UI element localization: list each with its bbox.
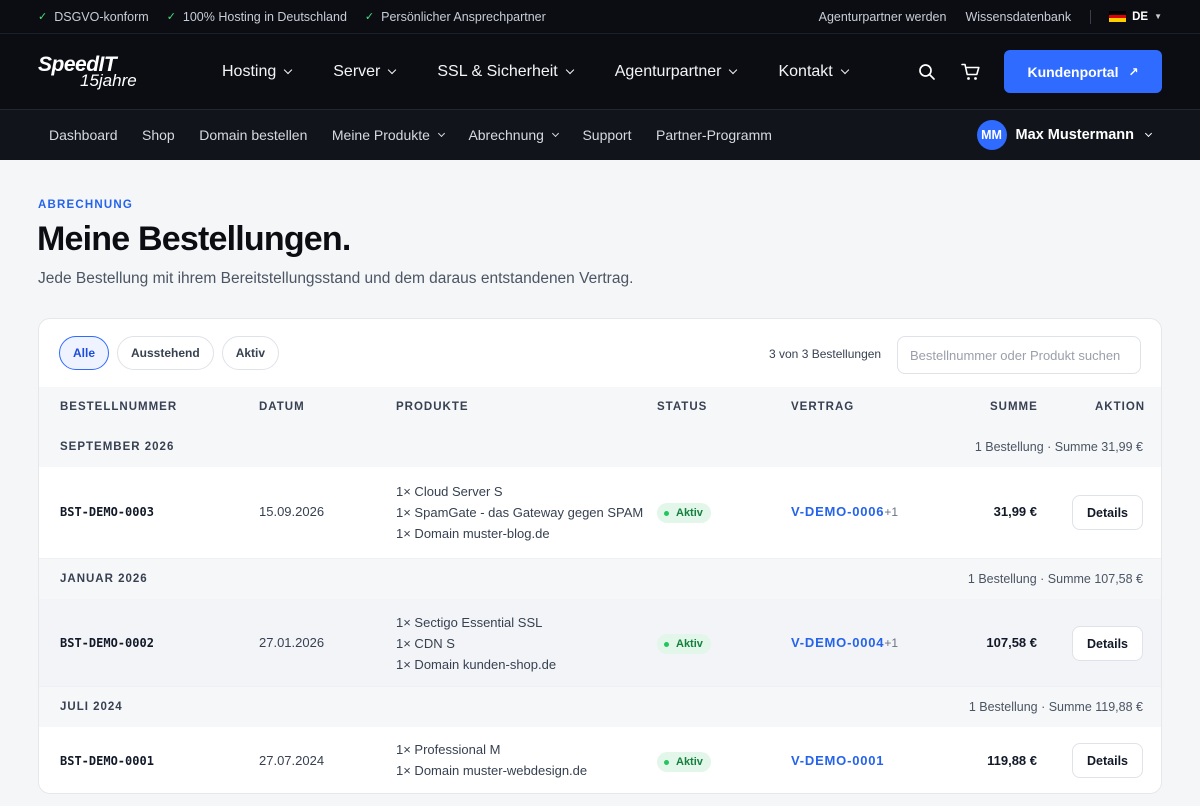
subnav-shop[interactable]: Shop <box>142 127 175 143</box>
logo[interactable]: SpeedIT 15jahre <box>38 54 168 89</box>
status-badge: Aktiv <box>657 503 711 523</box>
filter-alle[interactable]: Alle <box>59 336 110 370</box>
feature-dsgvo: ✓ DSGVO-konform <box>38 9 149 24</box>
order-products: 1× Cloud Server S 1× SpamGate - das Gate… <box>396 484 644 541</box>
kundenportal-button[interactable]: Kundenportal ↗ <box>1004 50 1162 93</box>
order-count: 3 von 3 Bestellungen <box>769 347 882 361</box>
search-input[interactable] <box>897 336 1141 374</box>
table-row: BST-DEMO-0003 15.09.2026 1× Cloud Server… <box>39 467 1161 559</box>
column-header: STATUS <box>657 401 708 413</box>
nav-ssl-sicherheit[interactable]: SSL & Sicherheit <box>437 63 574 81</box>
avatar: MM <box>976 120 1007 150</box>
filter-pills: Alle Ausstehend Aktiv <box>59 336 287 370</box>
status-badge: Aktiv <box>657 752 711 772</box>
cart-icon[interactable] <box>959 60 983 84</box>
group-header: SEPTEMBER 2026 1 Bestellung · Summe 31,9… <box>39 427 1161 467</box>
filter-ausstehend[interactable]: Ausstehend <box>117 336 214 370</box>
table-header: BESTELLNUMMER DATUM PRODUKTE STATUS VERT… <box>39 387 1161 427</box>
order-number: BST-DEMO-0001 <box>60 754 154 768</box>
subnav-partner-programm[interactable]: Partner-Programm <box>656 127 772 143</box>
chevron-down-icon <box>840 65 849 74</box>
column-header: AKTION <box>1095 401 1146 413</box>
contract-cell: V-DEMO-0001 <box>791 753 884 768</box>
section-eyebrow: ABRECHNUNG <box>38 199 134 211</box>
subnav-abrechnung[interactable]: Abrechnung <box>468 127 559 143</box>
contract-cell: V-DEMO-0006+1 <box>791 504 899 519</box>
column-header: DATUM <box>259 401 305 413</box>
chevron-down-icon <box>729 65 738 74</box>
order-date: 27.01.2026 <box>259 635 325 650</box>
agenturpartner-werden-link[interactable]: Agenturpartner werden <box>819 10 947 24</box>
order-date: 15.09.2026 <box>259 504 325 519</box>
top-bar: ✓ DSGVO-konform ✓ 100% Hosting in Deutschl… <box>0 0 1200 34</box>
subnav-support[interactable]: Support <box>582 127 631 143</box>
contract-cell: V-DEMO-0004+1 <box>791 635 899 650</box>
contract-link[interactable]: V-DEMO-0004 <box>791 635 884 650</box>
order-sum: 119,88 € <box>987 753 1037 768</box>
column-header: VERTRAG <box>791 401 855 413</box>
nav-agenturpartner[interactable]: Agenturpartner <box>615 63 738 81</box>
order-products: 1× Sectigo Essential SSL 1× CDN S 1× Dom… <box>396 615 557 672</box>
order-number: BST-DEMO-0003 <box>60 505 154 519</box>
column-header: SUMME <box>990 401 1038 413</box>
check-icon: ✓ <box>166 11 176 23</box>
contract-link[interactable]: V-DEMO-0001 <box>791 753 884 768</box>
details-button[interactable]: Details <box>1072 626 1143 661</box>
details-button[interactable]: Details <box>1072 743 1143 778</box>
language-selector[interactable]: DE ▼ <box>1109 11 1162 23</box>
status-dot-icon <box>664 641 669 647</box>
filter-aktiv[interactable]: Aktiv <box>221 336 280 370</box>
order-sum: 31,99 € <box>993 504 1037 519</box>
order-products: 1× Professional M 1× Domain muster-webde… <box>396 742 588 778</box>
search-icon[interactable] <box>915 60 939 84</box>
divider <box>1090 9 1092 24</box>
user-name: Max Mustermann <box>1015 127 1134 143</box>
arrow-up-right-icon: ↗ <box>1128 64 1139 79</box>
subnav-domain-bestellen[interactable]: Domain bestellen <box>199 127 307 143</box>
table-row: BST-DEMO-0001 27.07.2024 1× Professional… <box>39 727 1161 793</box>
chevron-down-icon <box>388 65 397 74</box>
feature-hosting: ✓ 100% Hosting in Deutschland <box>166 9 347 24</box>
group-header: JANUAR 2026 1 Bestellung · Summe 107,58 … <box>39 559 1161 599</box>
chevron-down-icon <box>565 65 574 74</box>
wissensdatenbank-link[interactable]: Wissensdatenbank <box>965 10 1071 24</box>
nav-hosting[interactable]: Hosting <box>222 63 293 81</box>
check-icon: ✓ <box>38 11 48 23</box>
page-title: Meine Bestellungen. <box>37 220 351 258</box>
orders-card: Alle Ausstehend Aktiv 3 von 3 Bestellung… <box>38 318 1162 794</box>
status-badge: Aktiv <box>657 634 711 654</box>
table-row: BST-DEMO-0002 27.01.2026 1× Sectigo Esse… <box>39 599 1161 687</box>
feature-contact: ✓ Persönlicher Ansprechpartner <box>364 9 546 24</box>
chevron-down-icon <box>551 129 559 137</box>
nav-server[interactable]: Server <box>333 63 397 81</box>
column-header: PRODUKTE <box>396 401 469 413</box>
caret-down-icon: ▼ <box>1154 12 1162 21</box>
check-icon: ✓ <box>364 11 375 23</box>
german-flag-icon <box>1109 11 1127 23</box>
group-header: JULI 2024 1 Bestellung · Summe 119,88 € <box>39 687 1161 727</box>
status-dot-icon <box>664 510 669 516</box>
subnav-meine-produkte[interactable]: Meine Produkte <box>332 127 445 143</box>
chevron-down-icon <box>284 65 293 74</box>
sub-navigation: Dashboard Shop Domain bestellen Meine Pr… <box>0 110 1200 160</box>
order-sum: 107,58 € <box>986 635 1037 650</box>
status-dot-icon <box>664 759 669 765</box>
chevron-down-icon <box>437 129 445 137</box>
contract-link[interactable]: V-DEMO-0006 <box>791 504 884 519</box>
order-date: 27.07.2024 <box>259 753 325 768</box>
subnav-dashboard[interactable]: Dashboard <box>49 127 118 143</box>
nav-kontakt[interactable]: Kontakt <box>778 63 849 81</box>
order-number: BST-DEMO-0002 <box>60 636 154 650</box>
column-header: BESTELLNUMMER <box>60 401 178 413</box>
chevron-down-icon <box>1144 129 1153 137</box>
user-menu[interactable]: MM Max Mustermann <box>976 120 1153 150</box>
details-button[interactable]: Details <box>1072 495 1143 530</box>
main-navigation: SpeedIT 15jahre Hosting Server SSL & Sic… <box>0 34 1200 110</box>
page-subtitle: Jede Bestellung mit ihrem Bereitstellung… <box>38 270 634 287</box>
